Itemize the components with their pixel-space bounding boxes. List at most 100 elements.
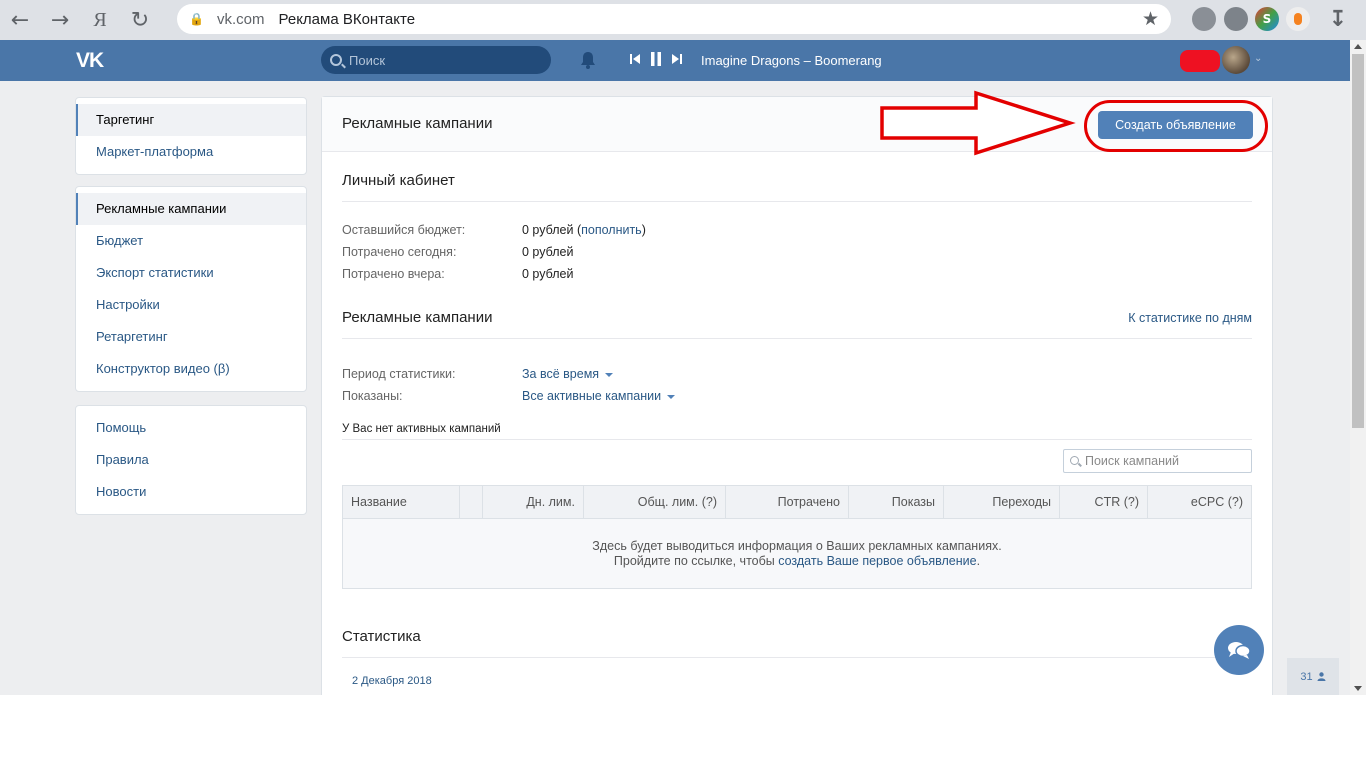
bookmark-star-icon[interactable]: ★	[1142, 8, 1159, 30]
now-playing-track[interactable]: Imagine Dragons – Boomerang	[701, 53, 882, 68]
no-active-campaigns-note: У Вас нет активных кампаний	[342, 423, 1252, 440]
period-dropdown[interactable]: За всё время	[522, 367, 613, 381]
viewport: ← → Я ↻ 🔒 vk.com Реклама ВКонтакте ★ S ↧…	[0, 0, 1366, 695]
stat-date[interactable]: 2 Декабря 2018	[352, 675, 432, 687]
col-total-limit[interactable]: Общ. лим. (?)	[584, 486, 726, 518]
scrollbar-thumb[interactable]	[1352, 54, 1364, 428]
chat-button[interactable]	[1214, 625, 1264, 675]
shown-row: Показаны: Все активные кампании	[342, 389, 675, 403]
col-blank	[460, 486, 483, 518]
budget-row: Оставшийся бюджет: 0 рублей (пополнить)	[342, 223, 646, 237]
empty-line-2: Пройдите по ссылке, чтобы создать Ваше п…	[343, 554, 1251, 569]
sidebar-item-retargeting[interactable]: Ретаргетинг	[76, 321, 306, 353]
page-scrollbar[interactable]	[1350, 40, 1366, 695]
spent-today-row: Потрачено сегодня: 0 рублей	[342, 245, 573, 259]
globe-extension-icon[interactable]	[1224, 7, 1248, 31]
section-title-statistics: Статистика	[342, 628, 1252, 658]
budget-label: Оставшийся бюджет:	[342, 223, 466, 237]
person-icon	[1317, 672, 1326, 681]
main-header: Рекламные кампании Создать объявление	[322, 97, 1272, 152]
stats-by-day-link[interactable]: К статистике по дням	[1128, 311, 1252, 325]
spent-yesterday-value: 0 рублей	[522, 267, 574, 281]
create-first-ad-link[interactable]: создать Ваше первое объявление	[778, 554, 976, 568]
shown-label: Показаны:	[342, 389, 403, 403]
page-title: Реклама ВКонтакте	[278, 10, 416, 28]
previous-track-icon[interactable]	[630, 53, 640, 65]
browser-toolbar: ← → Я ↻ 🔒 vk.com Реклама ВКонтакте ★ S ↧	[0, 0, 1366, 40]
avatar[interactable]	[1222, 46, 1250, 74]
col-impressions[interactable]: Показы	[849, 486, 944, 518]
spent-yesterday-label: Потрачено вчера:	[342, 267, 445, 281]
bell-icon[interactable]	[580, 51, 596, 69]
scroll-up-arrow-icon[interactable]	[1354, 44, 1362, 49]
empty-line-2-suffix: .	[976, 554, 981, 568]
url-text: vk.com	[217, 10, 265, 28]
sidebar-item-budget[interactable]: Бюджет	[76, 225, 306, 257]
section-title-campaigns: Рекламные кампании К статистике по дням	[342, 309, 1252, 339]
chevron-down-icon[interactable]: ⌄	[1254, 53, 1262, 64]
vk-logo[interactable]: VK	[76, 49, 104, 73]
col-daily-limit[interactable]: Дн. лим.	[483, 486, 584, 518]
col-clicks[interactable]: Переходы	[944, 486, 1060, 518]
vk-header: VK Поиск Imagine Dragons – Boomerang ⌄	[0, 40, 1350, 81]
scroll-down-arrow-icon[interactable]	[1354, 686, 1362, 691]
chat-bubbles-icon	[1228, 642, 1251, 659]
sidebar-group-help: Помощь Правила Новости	[75, 405, 307, 515]
annotation-arrow-icon	[880, 90, 1076, 156]
lock-icon: 🔒	[189, 12, 204, 26]
campaign-search-placeholder: Поиск кампаний	[1085, 454, 1179, 468]
s-extension-icon[interactable]: S	[1255, 7, 1279, 31]
table-header: Название Дн. лим. Общ. лим. (?) Потрачен…	[343, 486, 1251, 519]
sidebar-item-help[interactable]: Помощь	[76, 412, 306, 444]
main-header-title: Рекламные кампании	[342, 115, 493, 132]
spent-today-value: 0 рублей	[522, 245, 574, 259]
orange-extension-icon[interactable]	[1286, 7, 1310, 31]
col-ctr[interactable]: CTR (?)	[1060, 486, 1148, 518]
sidebar-item-rules[interactable]: Правила	[76, 444, 306, 476]
vk-search-placeholder: Поиск	[349, 52, 386, 68]
campaign-search-input[interactable]: Поиск кампаний	[1063, 449, 1252, 473]
campaigns-table: Название Дн. лим. Общ. лим. (?) Потрачен…	[342, 485, 1252, 589]
yandex-icon[interactable]: Я	[80, 0, 120, 40]
search-icon	[1070, 456, 1079, 465]
spent-yesterday-row: Потрачено вчера: 0 рублей	[342, 267, 573, 281]
col-name[interactable]: Название	[343, 486, 460, 518]
sidebar-group-campaigns: Рекламные кампании Бюджет Экспорт статис…	[75, 186, 307, 392]
online-count: 31	[1300, 670, 1313, 683]
back-icon[interactable]: ←	[0, 0, 40, 40]
reload-icon[interactable]: ↻	[120, 0, 160, 40]
address-bar[interactable]: 🔒 vk.com Реклама ВКонтакте ★	[177, 4, 1171, 34]
vk-search-input[interactable]: Поиск	[321, 46, 551, 74]
sidebar-item-market-platform[interactable]: Маркет-платформа	[76, 136, 306, 168]
period-row: Период статистики: За всё время	[342, 367, 613, 381]
sidebar-item-settings[interactable]: Настройки	[76, 289, 306, 321]
search-icon	[330, 54, 342, 66]
online-count-badge[interactable]: 31	[1287, 658, 1339, 695]
forward-icon[interactable]: →	[40, 0, 80, 40]
next-track-icon[interactable]	[672, 53, 682, 65]
budget-paren-close: )	[641, 223, 646, 237]
audio-player-controls	[630, 52, 682, 66]
budget-value: 0 рублей	[522, 223, 574, 237]
table-empty-message: Здесь будет выводиться информация о Ваши…	[343, 519, 1251, 569]
main-panel: Рекламные кампании Создать объявление Ли…	[321, 96, 1273, 695]
period-label: Период статистики:	[342, 367, 456, 381]
sidebar-item-targeting[interactable]: Таргетинг	[76, 104, 306, 136]
section-title-cabinet: Личный кабинет	[342, 172, 1252, 202]
empty-line-1: Здесь будет выводиться информация о Ваши…	[592, 539, 1002, 553]
col-spent[interactable]: Потрачено	[726, 486, 849, 518]
create-ad-button[interactable]: Создать объявление	[1098, 111, 1253, 139]
shield-extension-icon[interactable]	[1192, 7, 1216, 31]
sidebar-item-video-constructor[interactable]: Конструктор видео (β)	[76, 353, 306, 385]
col-ecpc[interactable]: eCPC (?)	[1148, 486, 1251, 518]
pause-icon[interactable]	[650, 52, 662, 66]
top-up-link[interactable]: пополнить	[581, 223, 642, 237]
sidebar-item-news[interactable]: Новости	[76, 476, 306, 508]
empty-line-2-prefix: Пройдите по ссылке, чтобы	[613, 554, 779, 568]
shown-dropdown[interactable]: Все активные кампании	[522, 389, 675, 403]
sidebar-item-ad-campaigns[interactable]: Рекламные кампании	[76, 193, 306, 225]
sidebar-item-export-stats[interactable]: Экспорт статистики	[76, 257, 306, 289]
redacted-name	[1180, 50, 1220, 72]
download-icon[interactable]: ↧	[1326, 7, 1350, 32]
sidebar-group-targeting: Таргетинг Маркет-платформа	[75, 97, 307, 175]
